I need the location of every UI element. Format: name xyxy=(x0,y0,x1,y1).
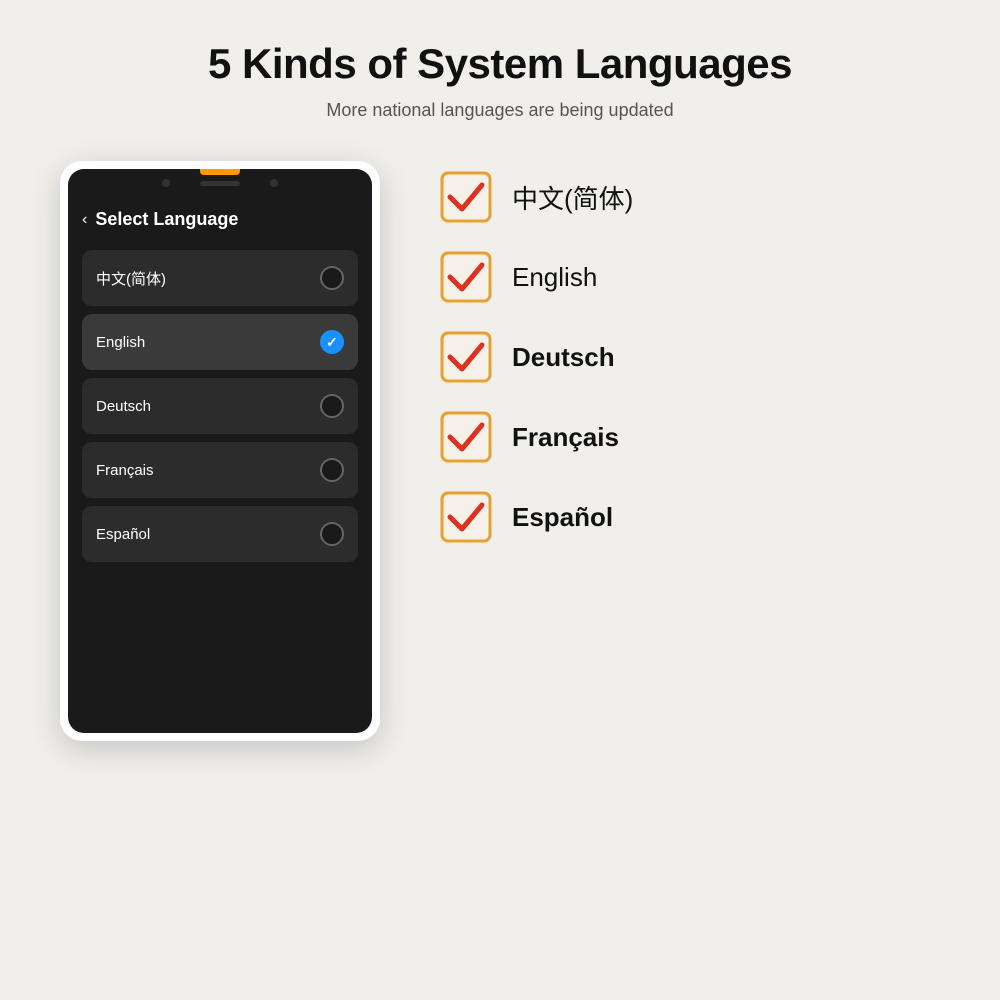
screen-title: Select Language xyxy=(95,209,238,230)
lang-name-espanol: Español xyxy=(96,526,150,543)
tablet-wrapper: ‹ Select Language 中文(简体) English Deutsch xyxy=(60,161,380,741)
page-title: 5 Kinds of System Languages xyxy=(208,40,792,88)
lang-name-francais: Français xyxy=(96,462,154,479)
radio-espanol xyxy=(320,522,344,546)
tablet-speaker xyxy=(200,181,240,186)
radio-francais xyxy=(320,458,344,482)
list-item-espanol: Español xyxy=(440,491,940,543)
list-item-chinese: 中文(简体) xyxy=(440,171,940,223)
tablet-screen: ‹ Select Language 中文(简体) English Deutsch xyxy=(68,169,372,733)
radio-deutsch xyxy=(320,394,344,418)
radio-english xyxy=(320,330,344,354)
screen-header: ‹ Select Language xyxy=(82,209,358,230)
lang-name-english: English xyxy=(96,334,145,351)
lang-item-chinese[interactable]: 中文(简体) xyxy=(82,250,358,306)
list-label-chinese: 中文(简体) xyxy=(512,179,633,216)
radio-chinese xyxy=(320,266,344,290)
tablet-top-bar xyxy=(68,169,372,193)
lang-item-deutsch[interactable]: Deutsch xyxy=(82,378,358,434)
checkbox-francais-icon xyxy=(440,411,492,463)
content-area: ‹ Select Language 中文(简体) English Deutsch xyxy=(0,161,1000,741)
checkbox-chinese-icon xyxy=(440,171,492,223)
languages-list: 中文(简体) English Deutsch xyxy=(440,161,940,543)
list-label-francais: Français xyxy=(512,422,619,453)
lang-item-espanol[interactable]: Español xyxy=(82,506,358,562)
tablet-camera-right xyxy=(270,179,278,187)
lang-name-chinese: 中文(简体) xyxy=(96,268,166,289)
list-label-deutsch: Deutsch xyxy=(512,342,615,373)
list-label-english: English xyxy=(512,262,597,293)
list-item-deutsch: Deutsch xyxy=(440,331,940,383)
list-item-english: English xyxy=(440,251,940,303)
back-arrow-icon[interactable]: ‹ xyxy=(82,211,87,229)
page-subtitle: More national languages are being update… xyxy=(326,100,673,121)
tablet-device: ‹ Select Language 中文(简体) English Deutsch xyxy=(60,161,380,741)
lang-item-francais[interactable]: Français xyxy=(82,442,358,498)
screen-content: ‹ Select Language 中文(简体) English Deutsch xyxy=(68,193,372,733)
lang-name-deutsch: Deutsch xyxy=(96,398,151,415)
tablet-orange-btn xyxy=(200,169,240,175)
checkbox-espanol-icon xyxy=(440,491,492,543)
tablet-camera xyxy=(162,179,170,187)
lang-item-english[interactable]: English xyxy=(82,314,358,370)
list-item-francais: Français xyxy=(440,411,940,463)
checkbox-deutsch-icon xyxy=(440,331,492,383)
list-label-espanol: Español xyxy=(512,502,613,533)
checkbox-english-icon xyxy=(440,251,492,303)
